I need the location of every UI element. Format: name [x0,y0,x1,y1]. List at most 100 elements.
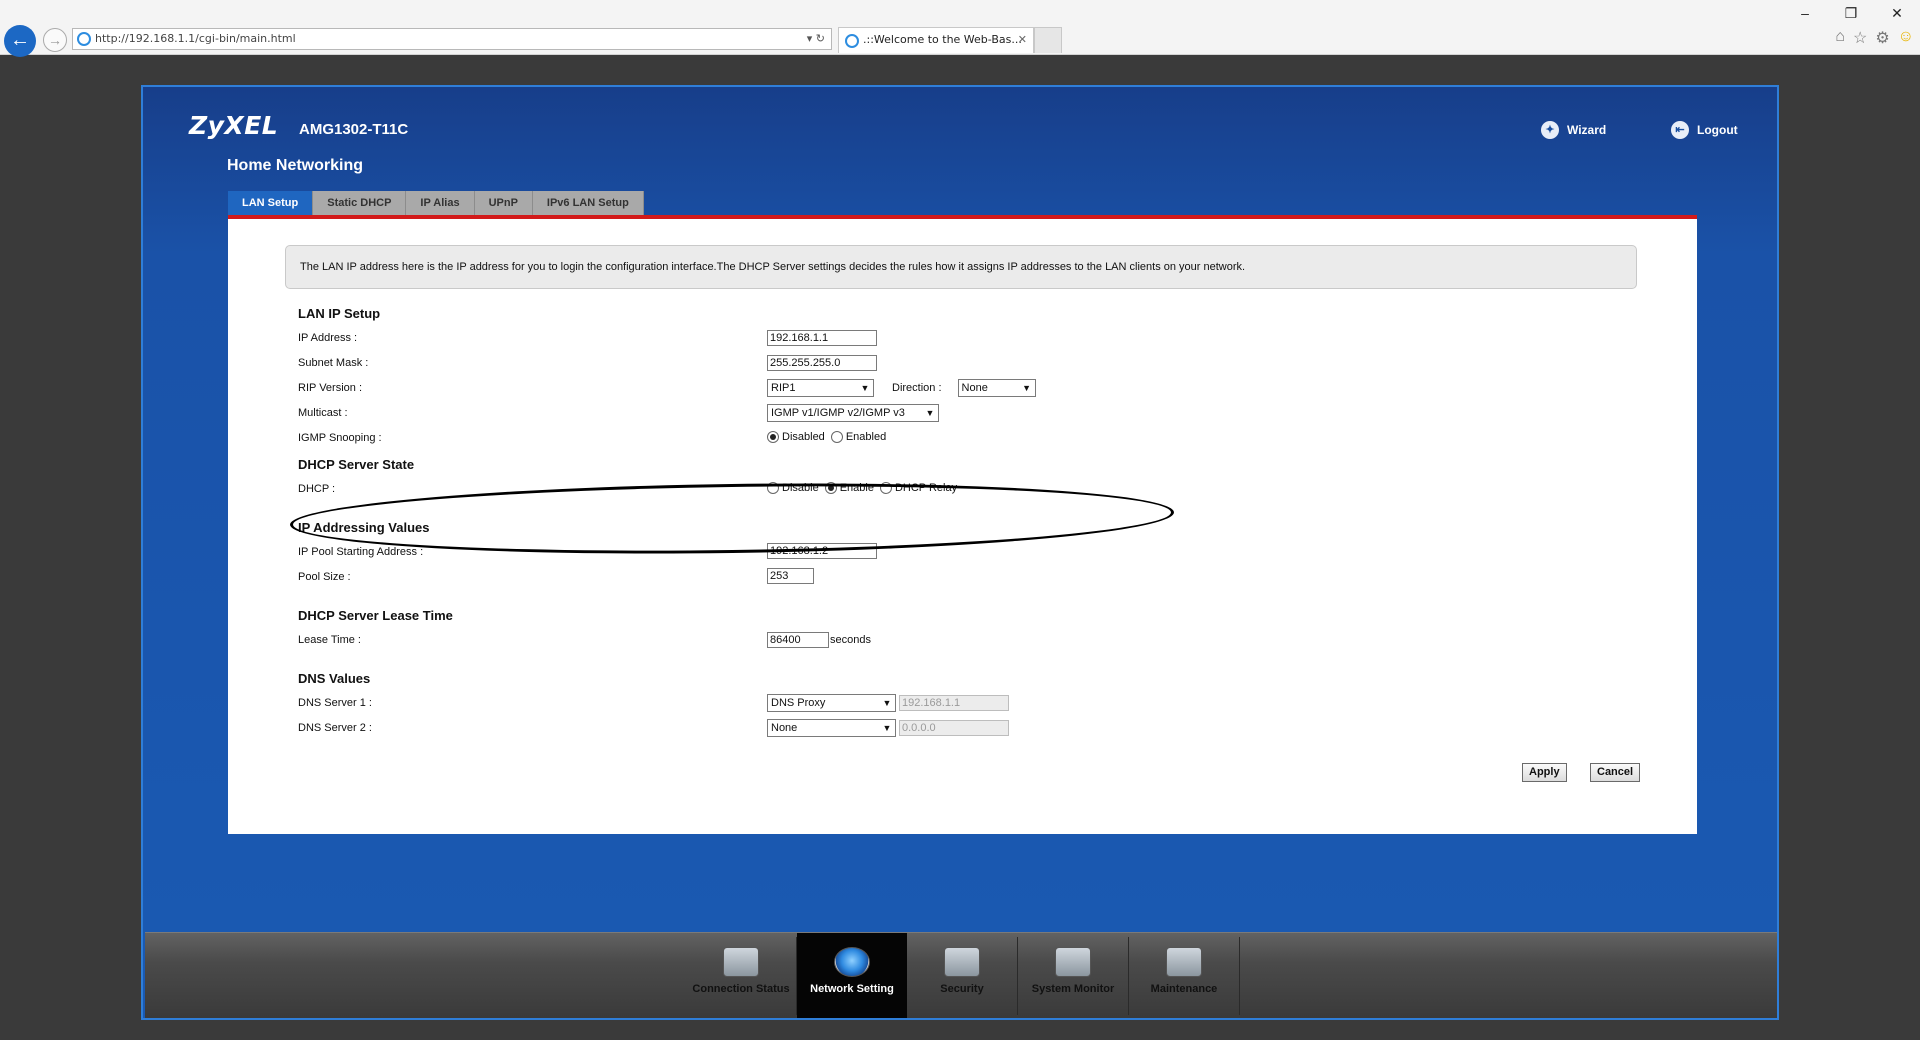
apply-button[interactable]: Apply [1522,763,1567,782]
tab-static-dhcp[interactable]: Static DHCP [313,191,407,215]
browser-toolbar: ⌂ ☆ ⚙ ☺ [1835,28,1914,48]
subnet-mask-label: Subnet Mask : [298,357,369,369]
multicast-value: IGMP v1/IGMP v2/IGMP v3 [771,407,905,419]
subnet-mask-input[interactable] [767,355,877,371]
nav-security[interactable]: Security [907,933,1017,1018]
close-button[interactable]: ✕ [1874,0,1920,26]
wizard-label: Wizard [1567,123,1607,137]
sub-tabs: LAN Setup Static DHCP IP Alias UPnP IPv6… [228,191,644,215]
rip-version-value: RIP1 [771,382,796,394]
dhcp-relay-radio[interactable] [879,482,892,494]
nav-divider [1239,937,1240,1015]
section-ip-addressing: IP Addressing Values [298,520,430,535]
rip-version-label: RIP Version : [298,382,362,394]
dhcp-enable-label: Enable [839,482,874,494]
chart-icon [1055,947,1091,977]
restore-button[interactable]: ❐ [1828,0,1874,26]
address-bar[interactable]: http://192.168.1.1/cgi-bin/main.html ▾ ↻ [72,28,832,50]
nav-label: System Monitor [1031,983,1115,995]
wizard-icon: ✦ [1541,121,1559,139]
dhcp-relay-label: DHCP Relay [894,482,958,494]
gear-icon[interactable]: ⚙ [1875,28,1889,48]
section-lan-ip-setup: LAN IP Setup [298,306,381,321]
chevron-down-icon: ▼ [925,408,935,418]
lease-time-label: Lease Time : [298,634,361,646]
rip-version-select[interactable]: RIP1 ▼ [767,379,874,397]
dns2-mode-select[interactable]: None ▼ [767,719,896,737]
page-title: Home Networking [227,157,364,174]
nav-system-monitor[interactable]: System Monitor [1018,933,1128,1018]
nav-label: Network Setting [810,983,894,995]
tab-title: .::Welcome to the Web-Bas... [863,33,1022,46]
window-controls: – ❐ ✕ [1782,0,1920,26]
forward-button[interactable]: → [43,28,67,52]
back-button[interactable]: ← [4,25,36,57]
dhcp-enable-radio[interactable] [824,482,837,494]
dns1-mode-select[interactable]: DNS Proxy ▼ [767,694,896,712]
chevron-down-icon: ▼ [882,698,892,708]
minimize-button[interactable]: – [1782,0,1828,26]
browser-chrome: – ❐ ✕ ← → http://192.168.1.1/cgi-bin/mai… [0,0,1920,57]
address-tools[interactable]: ▾ ↻ [807,29,825,49]
direction-select[interactable]: None ▼ [957,379,1036,397]
nav-label: Maintenance [1150,983,1218,995]
cancel-button[interactable]: Cancel [1590,763,1641,782]
lease-time-input[interactable] [767,632,829,648]
tab-lan-setup[interactable]: LAN Setup [228,191,314,215]
logout-icon: ⇤ [1671,121,1689,139]
address-url: http://192.168.1.1/cgi-bin/main.html [95,32,296,45]
ip-address-label: IP Address : [298,332,358,344]
section-lease-time: DHCP Server Lease Time [298,608,453,623]
ip-address-input[interactable] [767,330,877,346]
dns1-mode-value: DNS Proxy [771,697,826,709]
lease-unit-label: seconds [830,634,871,646]
igmp-disabled-radio[interactable] [767,431,779,443]
dhcp-label: DHCP : [298,483,336,495]
logout-label: Logout [1697,123,1738,137]
home-icon[interactable]: ⌂ [1835,28,1845,48]
direction-label: Direction : [892,382,942,394]
direction-value: None [961,382,988,394]
chevron-down-icon: ▼ [882,723,892,733]
brand-logo: ZyXEL [189,111,279,140]
monitor-icon [723,947,759,977]
chevron-down-icon: ▼ [860,383,870,393]
logout-link[interactable]: ⇤ Logout [1671,121,1738,139]
dns1-ip-input [899,695,1009,711]
pool-start-input[interactable] [767,543,877,559]
nav-label: Connection Status [692,983,790,995]
tab-ipv6-lan-setup[interactable]: IPv6 LAN Setup [532,191,644,215]
section-dns-values: DNS Values [298,671,371,686]
chevron-down-icon: ▼ [1022,383,1031,393]
shield-icon [944,947,980,977]
globe-gear-icon [834,947,870,977]
browser-tab[interactable]: .::Welcome to the Web-Bas... ✕ [838,27,1034,53]
section-dhcp-server-state: DHCP Server State [298,457,415,472]
igmp-enabled-radio[interactable] [830,431,843,443]
nav-connection-status[interactable]: Connection Status [686,933,796,1018]
smiley-icon[interactable]: ☺ [1898,28,1914,48]
tab-upnp[interactable]: UPnP [474,191,533,215]
router-page: ZyXEL AMG1302-T11C Home Networking ✦ Wiz… [141,85,1779,1020]
nav-maintenance[interactable]: Maintenance [1129,933,1239,1018]
ie-icon [845,34,859,48]
igmp-snooping-label: IGMP Snooping : [298,432,382,444]
multicast-select[interactable]: IGMP v1/IGMP v2/IGMP v3 ▼ [767,404,939,422]
dns1-label: DNS Server 1 : [298,697,372,709]
dns2-ip-input [899,720,1009,736]
dns2-label: DNS Server 2 : [298,722,372,734]
dhcp-disable-radio[interactable] [767,482,779,494]
tab-close-icon[interactable]: ✕ [1018,28,1027,52]
igmp-enabled-label: Enabled [845,431,887,443]
dns2-mode-value: None [771,722,798,734]
wizard-link[interactable]: ✦ Wizard [1541,121,1606,139]
content-panel: The LAN IP address here is the IP addres… [228,219,1697,834]
star-icon[interactable]: ☆ [1853,28,1867,48]
igmp-disabled-label: Disabled [782,431,825,443]
new-tab-button[interactable] [1034,27,1062,53]
pool-size-input[interactable] [767,568,814,584]
pool-size-label: Pool Size : [298,571,351,583]
tab-ip-alias[interactable]: IP Alias [406,191,475,215]
ie-icon [77,32,91,46]
nav-network-setting[interactable]: Network Setting [797,933,907,1018]
